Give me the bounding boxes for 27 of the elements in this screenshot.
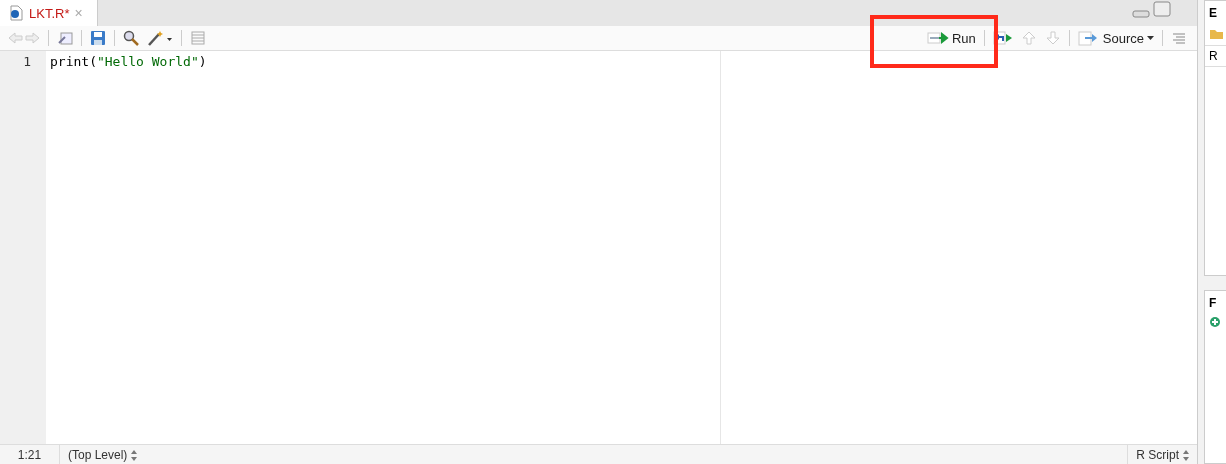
up-arrow-icon: [1020, 30, 1037, 46]
save-icon: [90, 30, 106, 46]
run-button[interactable]: Run: [926, 30, 976, 46]
minimize-icon: [1132, 10, 1150, 18]
source-button[interactable]: Source: [1077, 30, 1154, 46]
down-arrow-icon: [1044, 30, 1061, 46]
file-icon: [8, 5, 24, 21]
code-line: print("Hello World"): [50, 54, 208, 71]
tab-title: LKT.R*: [29, 5, 70, 21]
popout-icon: [57, 30, 73, 46]
editor-tab[interactable]: LKT.R* ×: [0, 0, 98, 26]
code-editor[interactable]: print("Hello World"): [46, 51, 1197, 444]
run-arrow-icon: [926, 30, 949, 46]
panel-row-label: R: [1209, 49, 1218, 63]
scope-dropdown[interactable]: (Top Level): [60, 445, 146, 464]
lines-menu-icon: [1171, 30, 1187, 46]
panel-title: F: [1209, 296, 1217, 310]
line-number: 1: [22, 54, 32, 71]
rerun-icon: [992, 30, 1013, 46]
wand-icon: [147, 30, 173, 46]
panel-title: E: [1209, 6, 1217, 20]
file-type-dropdown[interactable]: R Script: [1127, 445, 1197, 464]
cursor-position: 1:21: [17, 447, 42, 462]
back-forward-icon: [8, 30, 40, 46]
search-icon: [123, 30, 139, 46]
outline-icon: [190, 30, 206, 46]
caret-icon: [1147, 36, 1154, 40]
